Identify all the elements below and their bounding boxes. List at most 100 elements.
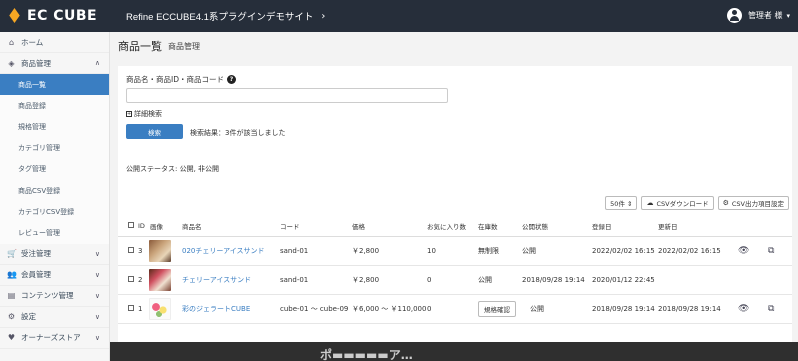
gear-icon: ⚙ — [722, 199, 729, 207]
favorite-count: 10 — [427, 247, 436, 255]
site-title-link[interactable]: Refine ECCUBE4.1系プラグインデモサイト — [126, 9, 313, 23]
sidebar-item-orders[interactable]: 🛒 受注管理 ∨ — [0, 244, 109, 265]
col-header-image: 画像 — [150, 223, 163, 231]
sidebar-sub-tag-manage[interactable]: タグ管理 — [0, 158, 109, 180]
product-code: sand-01 — [280, 247, 309, 255]
table-header-row: ID 画像 商品名 コード 価格 お気に入り数 在庫数 公開状態 登録日 更新日 — [118, 216, 792, 237]
row-checkbox[interactable] — [128, 305, 134, 313]
product-thumbnail[interactable] — [149, 240, 171, 262]
sidebar-item-owners-store[interactable]: ♥ オーナーズストア ∨ — [0, 328, 109, 349]
search-input[interactable] — [126, 88, 448, 103]
user-menu[interactable]: 管理者 様 ▾ — [726, 8, 790, 23]
user-avatar-icon — [726, 8, 742, 23]
user-name: 管理者 様 — [747, 11, 783, 20]
product-id: 3 — [138, 247, 143, 255]
csv-settings-button[interactable]: ⚙ CSV出力項目設定 — [717, 196, 789, 210]
col-header-code: コード — [280, 223, 300, 231]
product-name-link[interactable]: チェリーアイスサンド — [182, 275, 251, 285]
chevron-down-icon: ∨ — [94, 333, 100, 342]
created-date: 2018/09/28 19:14 — [522, 276, 585, 284]
users-icon: 👥 — [7, 270, 17, 279]
sidebar-item-label: 会員管理 — [21, 270, 51, 279]
sidebar-sub-category-csv[interactable]: カテゴリCSV登録 — [0, 201, 109, 223]
search-result-text: 検索結果：3件が該当しました — [190, 129, 286, 137]
logo-text: EC CUBE — [27, 8, 98, 24]
sidebar-sub-product-register[interactable]: 商品登録 — [0, 95, 109, 117]
variant-check-button[interactable]: 規格確認 — [478, 301, 516, 317]
col-header-status: 公開状態 — [522, 223, 548, 231]
plus-icon: + — [126, 111, 132, 117]
product-code: sand-01 — [280, 276, 309, 284]
updated-date: 2018/09/28 19:14 — [658, 305, 721, 313]
store-icon: ♥ — [7, 333, 16, 342]
home-icon: ⌂ — [8, 37, 15, 47]
cube-logo-icon — [8, 8, 22, 23]
product-thumbnail[interactable] — [149, 298, 171, 320]
sidebar-item-members[interactable]: 👥 会員管理 ∨ — [0, 265, 109, 286]
sidebar-sub-product-list[interactable]: 商品一覧 — [0, 74, 109, 96]
sidebar-sub-review-manage[interactable]: レビュー管理 — [0, 222, 109, 244]
col-header-stock: 在庫数 — [478, 223, 498, 231]
help-icon[interactable]: ? — [227, 75, 236, 84]
search-label-text: 商品名・商品ID・商品コード — [126, 75, 224, 84]
product-thumbnail[interactable] — [149, 269, 171, 291]
copy-icon[interactable]: ⧉ — [768, 304, 774, 314]
row-checkbox[interactable] — [128, 276, 134, 284]
csv-download-button[interactable]: ☁ CSVダウンロード — [641, 196, 714, 210]
col-header-favorites: お気に入り数 — [427, 223, 466, 231]
product-price: ￥2,800 — [352, 247, 380, 255]
search-field-label: 商品名・商品ID・商品コード ? — [126, 74, 236, 85]
product-id: 1 — [138, 305, 143, 313]
cart-icon: 🛒 — [7, 249, 17, 258]
sidebar-item-settings[interactable]: ⚙ 設定 ∨ — [0, 307, 109, 328]
sidebar-item-products[interactable]: ◈ 商品管理 ∧ — [0, 53, 109, 74]
product-code: cube-01 ～ cube-09 — [280, 305, 349, 313]
advanced-search-toggle[interactable]: + 詳細検索 — [126, 109, 162, 119]
bottom-overflow-text: ポ▬▬▬▬▬ア… — [320, 348, 413, 361]
chevron-down-icon: ∨ — [94, 291, 100, 300]
stock: 公開 — [478, 276, 492, 284]
row-checkbox[interactable] — [128, 247, 134, 255]
preview-eye-icon[interactable]: 👁 — [738, 246, 749, 256]
page-title: 商品一覧 — [118, 40, 162, 53]
product-name-link[interactable]: 020チェリーアイスサンド — [182, 246, 265, 256]
per-page-select[interactable]: 50件 ⇕ — [605, 196, 638, 210]
search-button[interactable]: 検索 — [126, 124, 183, 139]
sidebar-sub-spec-manage[interactable]: 規格管理 — [0, 116, 109, 138]
publish-status: 公開 — [530, 305, 544, 313]
sidebar-item-content[interactable]: ▤ コンテンツ管理 ∨ — [0, 286, 109, 307]
product-price: ￥6,000 ～ ￥110,000 — [352, 305, 427, 313]
table-row[interactable]: 1 彩のジェラートCUBE cube-01 ～ cube-09 ￥6,000 ～… — [118, 295, 792, 324]
top-header: EC CUBE Refine ECCUBE4.1系プラグインデモサイト › 管理… — [0, 0, 798, 32]
csv-download-label: CSVダウンロード — [656, 200, 709, 208]
updated-date: 2022/02/02 16:15 — [658, 247, 721, 255]
cloud-download-icon: ☁ — [646, 199, 654, 207]
table-row[interactable]: 2 チェリーアイスサンド sand-01 ￥2,800 0 公開 2018/09… — [118, 266, 792, 295]
chevron-up-icon: ∧ — [94, 59, 100, 67]
page-header: 商品一覧 商品管理 — [110, 32, 798, 60]
col-header-name: 商品名 — [182, 223, 202, 231]
sidebar-item-home[interactable]: ⌂ ホーム — [0, 32, 109, 53]
product-list-card: 商品名・商品ID・商品コード ? + 詳細検索 検索 検索結果：3件が該当しまし… — [118, 66, 792, 342]
chevron-right-icon[interactable]: › — [321, 11, 325, 22]
page-subtitle: 商品管理 — [168, 41, 200, 51]
file-icon: ▤ — [7, 291, 16, 300]
eccube-logo[interactable]: EC CUBE — [8, 8, 116, 24]
sidebar-sub-product-csv[interactable]: 商品CSV登録 — [0, 179, 109, 202]
col-header-id: ID — [138, 222, 145, 230]
product-id: 2 — [138, 276, 143, 284]
sidebar-sub-category-manage[interactable]: カテゴリ管理 — [0, 137, 109, 159]
product-name-link[interactable]: 彩のジェラートCUBE — [182, 304, 250, 314]
publish-status: 公開 — [522, 247, 536, 255]
sidebar-item-label: コンテンツ管理 — [21, 291, 74, 300]
col-header-updated: 更新日 — [658, 223, 678, 231]
table-row[interactable]: 3 020チェリーアイスサンド sand-01 ￥2,800 10 無制限 公開… — [118, 237, 792, 266]
status-filter-summary: 公開ステータス: 公開, 非公開 — [126, 165, 220, 173]
sidebar-item-label: 商品管理 — [21, 58, 51, 68]
copy-icon[interactable]: ⧉ — [768, 246, 774, 256]
list-tools: 50件 ⇕ ☁ CSVダウンロード ⚙ CSV出力項目設定 — [605, 196, 789, 210]
product-icon: ◈ — [8, 58, 15, 68]
select-all-checkbox[interactable] — [128, 222, 134, 230]
preview-eye-icon[interactable]: 👁 — [738, 304, 749, 314]
favorite-count: 0 — [427, 305, 432, 313]
